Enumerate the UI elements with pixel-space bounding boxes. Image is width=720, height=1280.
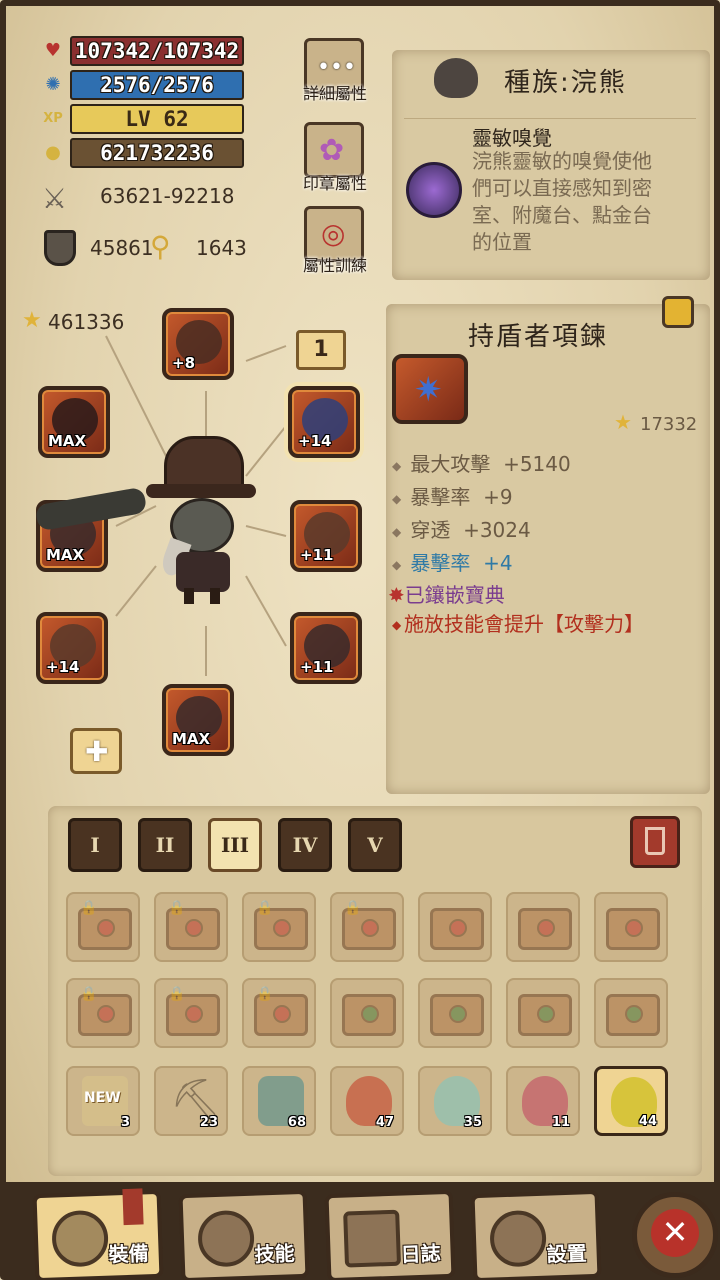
inventory-slot[interactable]	[330, 978, 404, 1048]
close-icon: ✕	[651, 1209, 699, 1257]
inventory-slot[interactable]	[418, 978, 492, 1048]
plus-icon: ✚	[85, 735, 109, 768]
inventory-slot-potion[interactable]: 44	[594, 1066, 668, 1136]
equip-slot-armor[interactable]: +11	[290, 500, 362, 572]
equip-slot-legs[interactable]: +11	[290, 612, 362, 684]
inventory-slot[interactable]	[594, 978, 668, 1048]
inventory-slot-map[interactable]: 68	[242, 1066, 316, 1136]
nav-label: 裝備	[108, 1241, 150, 1267]
close-button[interactable]: ✕	[632, 1192, 718, 1278]
item-qty: 23	[199, 1115, 218, 1130]
inventory-slot[interactable]: 🔒	[242, 892, 316, 962]
equip-slot-helmet[interactable]: +8	[162, 308, 234, 380]
add-button[interactable]: ✚	[70, 728, 122, 774]
equip-slot-mask[interactable]: MAX	[38, 386, 110, 458]
tab-1[interactable]: I	[68, 818, 122, 872]
tab-2[interactable]: II	[138, 818, 192, 872]
gear-icon	[489, 1209, 548, 1268]
item-qty: 35	[463, 1115, 482, 1130]
equip-slot-boots[interactable]: MAX	[162, 684, 234, 756]
inventory-slot[interactable]	[418, 892, 492, 962]
equip-slot-necklace[interactable]: +14	[288, 386, 360, 458]
new-label: NEW	[84, 1090, 121, 1106]
inventory-slot[interactable]	[506, 892, 580, 962]
equip-slot-gloves[interactable]: +14	[36, 612, 108, 684]
item-level-badge: 1	[296, 330, 346, 370]
nav-label: 設置	[546, 1241, 588, 1267]
inventory-slot[interactable]: 🔒	[242, 978, 316, 1048]
inventory-slot[interactable]: 🔒	[66, 978, 140, 1048]
nav-settings[interactable]: 設置	[470, 1189, 602, 1280]
inventory-slot-scroll[interactable]: NEW 3	[66, 1066, 140, 1136]
nav-equip[interactable]: 裝備	[32, 1188, 164, 1280]
tab-3[interactable]: III	[208, 818, 262, 872]
bookmark-icon	[122, 1188, 144, 1226]
game-screen: ♥ 107342/107342 ✺ 2576/2576 XP LV 62 ● 6…	[0, 0, 720, 1280]
inventory-slot[interactable]: 🔒	[154, 892, 228, 962]
skill-icon	[197, 1209, 256, 1268]
journal-icon	[343, 1209, 402, 1268]
nav-log[interactable]: 日誌	[324, 1189, 456, 1280]
item-qty: 44	[638, 1114, 657, 1129]
item-qty: 68	[287, 1115, 306, 1130]
item-qty: 11	[551, 1115, 570, 1130]
character-sprite	[34, 436, 256, 606]
trash-button[interactable]	[630, 816, 680, 868]
nav-label: 日誌	[400, 1241, 442, 1267]
trash-icon	[645, 827, 665, 855]
equipment-lines	[105, 335, 287, 676]
inventory-slot[interactable]: 🔒	[66, 892, 140, 962]
tab-4[interactable]: IV	[278, 818, 332, 872]
item-qty: 47	[375, 1115, 394, 1130]
inventory-slot-potion[interactable]: 11	[506, 1066, 580, 1136]
item-qty: 3	[120, 1115, 130, 1130]
tab-5[interactable]: V	[348, 818, 402, 872]
inventory-slot-pickaxe[interactable]: ⛏ 23	[154, 1066, 228, 1136]
nav-skill[interactable]: 技能	[178, 1189, 310, 1280]
inventory-slot[interactable]	[594, 892, 668, 962]
axe-icon	[51, 1209, 110, 1268]
nav-label: 技能	[254, 1241, 296, 1267]
inventory-slot[interactable]	[506, 978, 580, 1048]
inventory-slot[interactable]: 🔒	[154, 978, 228, 1048]
inventory-slot[interactable]: 🔒	[330, 892, 404, 962]
inventory-slot-potion[interactable]: 35	[418, 1066, 492, 1136]
inventory-slot-potion[interactable]: 47	[330, 1066, 404, 1136]
